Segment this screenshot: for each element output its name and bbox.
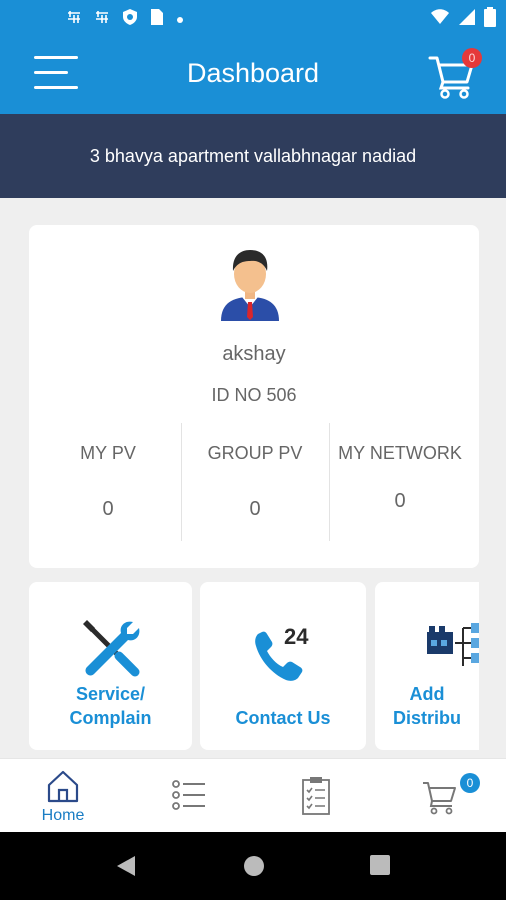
cart-button[interactable]: 0 — [428, 48, 484, 99]
app-bar: Dashboard 0 — [0, 34, 506, 114]
tile-label: Add — [409, 684, 445, 704]
nav-home[interactable]: Home — [0, 759, 126, 833]
stat-label: GROUP PV — [207, 443, 303, 463]
cart-icon — [423, 782, 456, 815]
home-icon — [47, 770, 79, 803]
tile-label: Contact Us — [235, 708, 331, 728]
dot-icon — [176, 10, 184, 28]
back-icon[interactable] — [115, 854, 137, 878]
nav-label: Home — [41, 807, 85, 824]
bottom-navigation: Home 0 — [0, 758, 506, 832]
stat-label: MY PV — [80, 443, 136, 463]
status-bar — [0, 0, 506, 34]
address-banner: 3 bhavya apartment vallabhnagar nadiad — [0, 114, 506, 198]
stat-group-pv: GROUP PV 0 — [180, 443, 330, 521]
home-circle-icon[interactable] — [242, 854, 266, 878]
notification-icon — [94, 9, 110, 29]
wifi-icon — [430, 8, 450, 31]
recents-icon[interactable] — [369, 854, 391, 876]
system-navigation-bar — [0, 832, 506, 900]
tile-label: Service/ — [75, 684, 146, 704]
nav-cart-badge: 0 — [460, 773, 480, 793]
phone-24-icon: 24 — [255, 624, 309, 681]
phone-24-label: 24 — [284, 624, 309, 649]
notification-icon — [66, 9, 82, 29]
service-complain-tile[interactable]: Service/ Complain — [29, 582, 192, 750]
user-name: akshay — [222, 343, 286, 365]
user-id: ID NO 506 — [211, 385, 297, 405]
cart-count-badge: 0 — [462, 48, 482, 68]
distributor-network-icon — [427, 623, 479, 666]
stat-label: MY NETWORK — [338, 443, 462, 463]
nav-cart[interactable]: 0 — [380, 759, 506, 833]
nav-list[interactable] — [126, 759, 252, 833]
user-avatar-icon — [221, 250, 279, 321]
tools-icon — [83, 620, 140, 677]
stat-value: 0 — [394, 490, 406, 512]
tile-label: Distribu — [392, 708, 461, 728]
profile-card: akshay ID NO 506 MY PV 0 GROUP PV 0 MY N… — [29, 225, 479, 568]
sim-icon — [150, 8, 164, 30]
stat-value: 0 — [249, 498, 261, 520]
stat-my-network: MY NETWORK 0 — [325, 443, 475, 513]
contact-us-tile[interactable]: 24 Contact Us — [200, 582, 366, 750]
list-icon — [172, 780, 205, 810]
battery-icon — [484, 7, 496, 32]
tile-label: Complain — [69, 708, 152, 728]
stat-value: 0 — [102, 498, 114, 520]
shield-icon — [122, 8, 138, 30]
stat-my-pv: MY PV 0 — [33, 443, 183, 521]
nav-orders[interactable] — [253, 759, 379, 833]
signal-icon — [458, 8, 476, 31]
clipboard-icon — [302, 777, 330, 815]
add-distributor-tile[interactable]: Add Distribu — [375, 582, 479, 750]
